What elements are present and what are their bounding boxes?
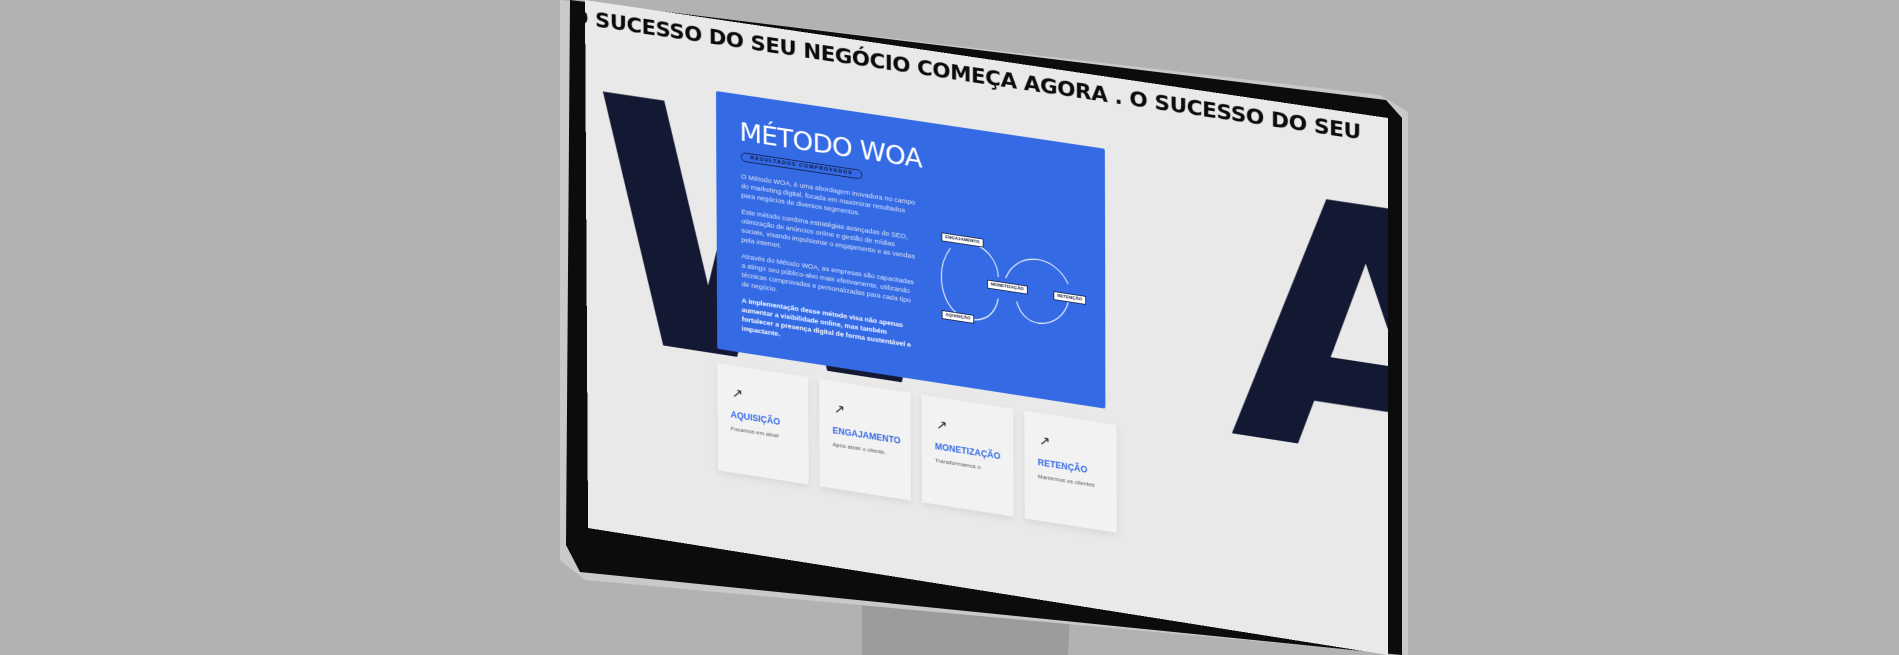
arrow-up-right-icon: ↗	[833, 401, 845, 418]
feature-card-engajamento[interactable]: ↗ ENGAJAMENTO Após atrair o cliente,	[819, 378, 911, 501]
arrow-up-right-icon: ↗	[731, 385, 743, 402]
feature-card-monetizacao[interactable]: ↗ MONETIZAÇÃO Transformamos o	[921, 394, 1014, 517]
method-cycle-diagram: ENGAJAMENTO MONETIZAÇÃO RETENÇÃO AQUISIÇ…	[936, 224, 1091, 356]
feature-card-retencao[interactable]: ↗ RETENÇÃO Mantemos os clientes	[1024, 410, 1117, 533]
feature-text: Após atrair o cliente,	[832, 441, 886, 456]
arrow-up-right-icon: ↗	[1039, 432, 1051, 450]
feature-text: Focamos em atrair	[730, 425, 780, 440]
feature-title: AQUISIÇÃO	[730, 409, 781, 428]
feature-card-aquisicao[interactable]: ↗ AQUISIÇÃO Focamos em atrair	[717, 363, 809, 485]
method-description: O Método WOA, é uma abordagem inovadora …	[741, 172, 917, 367]
monitor-stand	[862, 600, 1070, 655]
feature-text: Mantemos os clientes	[1037, 473, 1095, 489]
feature-title: RETENÇÃO	[1037, 457, 1088, 476]
website-screen: O SUCESSO DO SEU NEGÓCIO COMEÇA AGORA . …	[585, 0, 1388, 655]
arrow-up-right-icon: ↗	[936, 417, 948, 434]
feature-text: Transformamos o	[934, 456, 981, 471]
bg-letter-a: A	[1229, 117, 1388, 553]
